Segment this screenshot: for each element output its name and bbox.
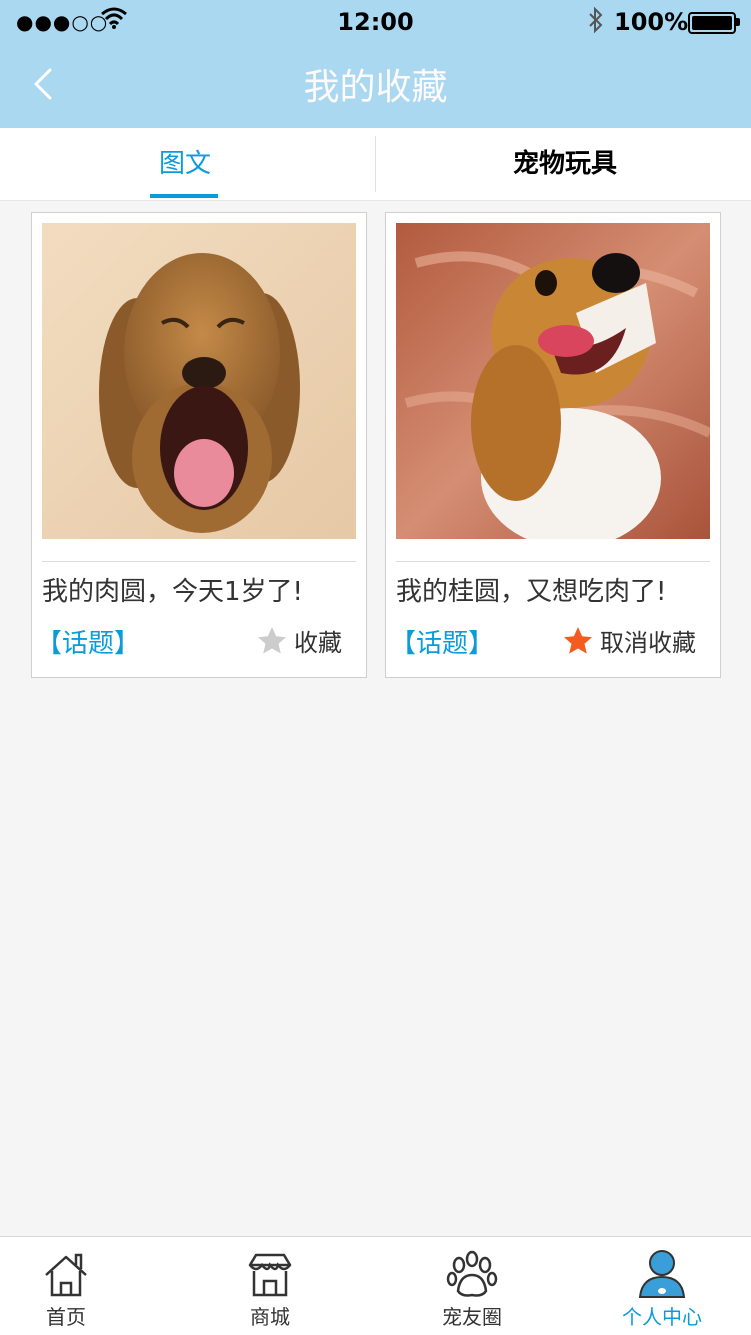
header: ●●●○○ 12:00 100% 我的收藏: [0, 0, 751, 128]
dog-photo-beagle[interactable]: [396, 223, 710, 539]
card-caption: 我的肉圆，今天1岁了!: [42, 577, 303, 607]
tabbar-label: 首页: [46, 1305, 86, 1329]
card-caption: 我的桂圆，又想吃肉了!: [396, 577, 667, 607]
bluetooth-icon: [589, 6, 603, 34]
tabbar-label: 宠友圈: [442, 1305, 502, 1329]
favorite-label: 收藏: [294, 629, 342, 657]
favorite-button[interactable]: 收藏: [256, 623, 342, 658]
favorite-card[interactable]: 我的桂圆，又想吃肉了! 【话题】 取消收藏: [385, 212, 721, 678]
favorite-label: 取消收藏: [600, 629, 696, 657]
bottom-tab-bar: 首页 商城 宠友圈 个人中心: [0, 1236, 751, 1335]
favorite-card[interactable]: 我的肉圆，今天1岁了! 【话题】 收藏: [31, 212, 367, 678]
tabbar-item-me[interactable]: 个人中心: [592, 1237, 732, 1335]
page-title: 我的收藏: [303, 67, 448, 108]
tabbar-item-mall[interactable]: 商城: [200, 1237, 340, 1335]
tab-divider: [375, 136, 376, 192]
user-icon: [638, 1250, 686, 1298]
star-icon: [564, 626, 592, 654]
active-tab-indicator: [150, 194, 218, 198]
topic-link[interactable]: 【话题】: [390, 623, 494, 660]
dog-photo-yawning[interactable]: [42, 223, 356, 539]
battery-icon: [688, 12, 736, 34]
status-bar: ●●●○○ 12:00 100%: [0, 0, 751, 40]
paw-icon: [446, 1250, 498, 1297]
tab-pet-toys[interactable]: 宠物玩具: [500, 128, 630, 200]
battery-tip: [736, 18, 740, 26]
tabbar-label: 商城: [250, 1305, 290, 1329]
tabbar-item-home[interactable]: 首页: [0, 1237, 136, 1335]
card-divider: [42, 561, 356, 562]
unfavorite-button[interactable]: 取消收藏: [562, 623, 696, 658]
tabbar-label: 个人中心: [622, 1305, 702, 1329]
tabbar-item-circle[interactable]: 宠友圈: [402, 1237, 542, 1335]
home-icon: [45, 1253, 87, 1297]
tab-image-text[interactable]: 图文: [120, 128, 250, 200]
star-icon: [258, 626, 286, 654]
store-icon: [248, 1253, 292, 1297]
card-divider: [396, 561, 710, 562]
topic-link[interactable]: 【话题】: [36, 623, 140, 660]
tab-bar: 图文 宠物玩具: [0, 128, 751, 201]
battery-percent: 100%: [614, 8, 689, 36]
